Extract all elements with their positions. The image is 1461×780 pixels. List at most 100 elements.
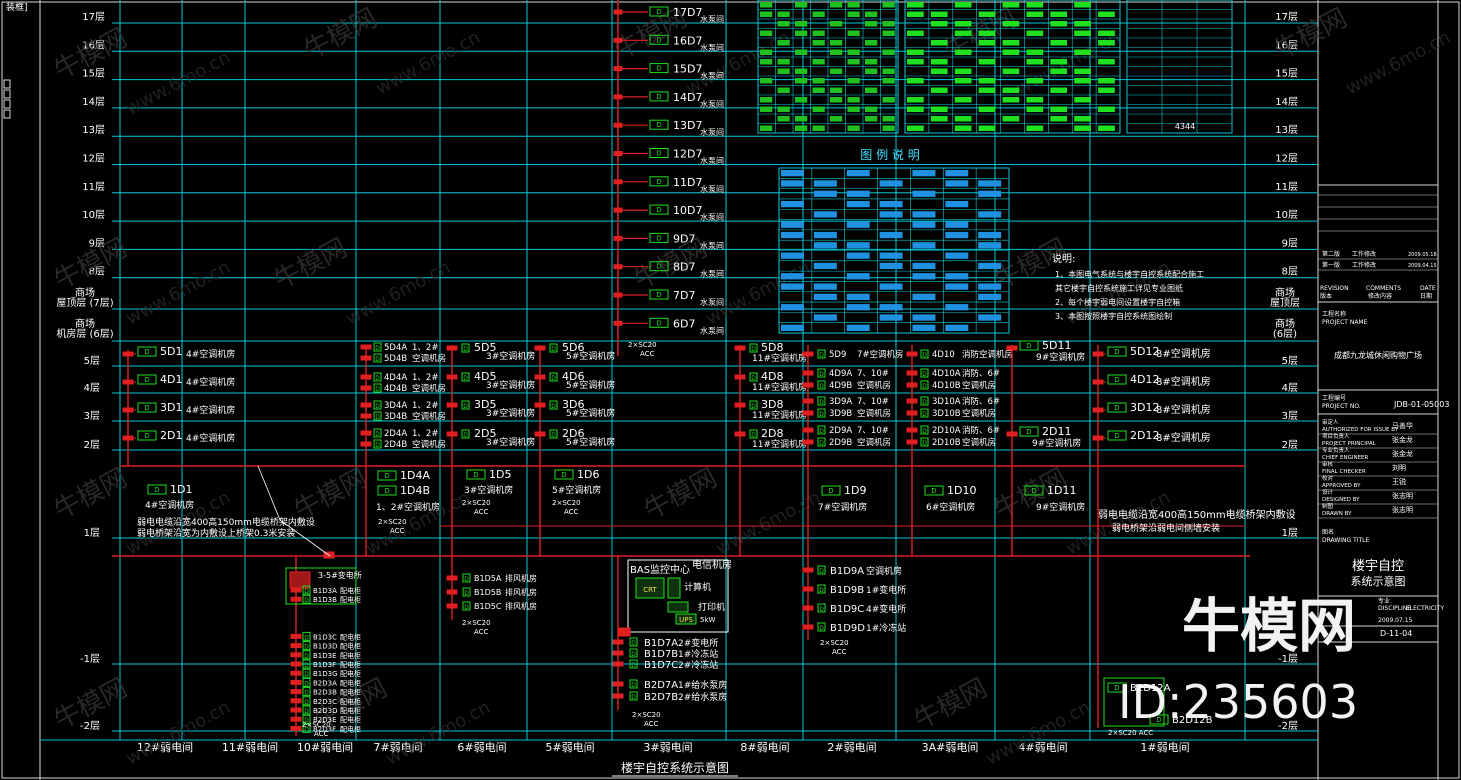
mall-roof-label-r2: 屋顶层: [1270, 297, 1300, 309]
ddc-box-letter: D: [551, 346, 556, 353]
ddc-controller-letter: D: [656, 319, 661, 327]
ddc-box-letter: D: [819, 440, 824, 447]
bas-center-title2: 电信机房: [692, 558, 732, 571]
ddc-room: 消防空调机房: [962, 349, 1013, 360]
ddc-room: 7、10#: [857, 369, 889, 379]
legend-table-cell: [879, 211, 903, 218]
tb-rev: 2009.04.15: [1408, 263, 1437, 269]
io-table-middle-cell: [1026, 49, 1044, 55]
io-table-left-cell: [760, 49, 773, 55]
ddc-id: 2D9B: [829, 438, 852, 448]
ddc-room: 配电柜: [340, 697, 361, 706]
io-table-middle-cell: [930, 68, 948, 74]
io-table-left-cell: [777, 59, 790, 65]
ddc-id: 4D10: [932, 350, 955, 360]
watermark-url: www.6mo.cn: [372, 27, 483, 100]
ddc-box-letter: D: [304, 671, 309, 678]
bas-computer-label: 计算机: [684, 581, 711, 593]
cable-tap: [534, 402, 546, 408]
cable-tap: [290, 698, 302, 704]
tb-drawing-title-1: 楼宇自控: [1352, 559, 1404, 574]
ddc-controller-letter: D: [931, 487, 936, 495]
ddc-box-letter: D: [922, 428, 927, 435]
ddc-id: B1D9B: [830, 585, 864, 596]
watermark-url: www.6mo.cn: [122, 697, 233, 770]
io-table-left-cell: [847, 49, 860, 55]
io-table-middle-cell: [1026, 125, 1044, 131]
ddc-room: 7、10#: [857, 426, 889, 436]
legend-table-cell: [978, 314, 1002, 321]
ddc-room: 配电柜: [340, 651, 361, 660]
io-table-middle-cell: [1050, 11, 1068, 17]
legend-table-cell: [846, 324, 870, 331]
io-table-middle-cell: [954, 116, 972, 122]
tb-project-no-label: 工程编号: [1322, 394, 1346, 402]
ddc-box-letter: D: [631, 682, 636, 689]
io-table-middle-cell: [1050, 87, 1068, 93]
io-table-left-cell: [830, 2, 843, 8]
ddc-room: 6#空调机房: [926, 501, 975, 513]
tb-drawing-title-2: 系统示意图: [1351, 574, 1406, 588]
tower-ddc-room: 水泵间: [700, 297, 724, 307]
cable-tap: [802, 370, 814, 376]
ddc-box-letter: D: [819, 383, 824, 390]
io-table-middle-cell: [1002, 40, 1020, 46]
ddc-id: 3D8: [761, 398, 783, 411]
ddc-box-letter: D: [375, 414, 380, 421]
ddc-controller-letter: D: [561, 471, 566, 479]
tower-ddc-id: 13D7: [673, 119, 702, 132]
cable-tap: [613, 94, 623, 100]
ddc-id: B1D5C: [474, 602, 502, 611]
cable-spec: ACC: [390, 527, 405, 535]
ddc-room: 11#空调机房: [752, 409, 807, 421]
io-table-left-cell: [847, 125, 860, 131]
mall-machine-label-r2: (6层): [1273, 328, 1297, 340]
ddc-room: 空调机房: [412, 383, 446, 394]
ddc-id: 4D9B: [829, 381, 852, 391]
cable-tap: [360, 441, 372, 447]
io-table-right-cell: [1164, 12, 1189, 18]
ddc-box-letter: D: [375, 431, 380, 438]
ddc-room: 1、2#: [412, 401, 438, 411]
io-table-left-cell: [777, 11, 790, 17]
io-table-middle-cell: [930, 87, 948, 93]
io-table-left-cell: [847, 78, 860, 84]
bas-system-diagram: 装框]17层 17层16层 16层15层 15层14层 14层13层 13层12层 12层1…: [1, 0, 1460, 780]
ddc-box-letter: D: [922, 352, 927, 359]
io-table-left-cell: [760, 106, 773, 112]
tower-ddc-id: 17D7: [673, 6, 702, 19]
leader-line: [257, 465, 281, 521]
tb-discipline-label: 专业: [1378, 597, 1390, 605]
ddc-room: 配电柜: [340, 632, 361, 641]
ddc-room: 排风机房: [505, 587, 537, 597]
tb-signer-role: 设计: [1322, 488, 1334, 496]
io-table-left-cell: [812, 11, 825, 17]
watermark-text: 牛模网: [639, 463, 722, 526]
ddc-room: 空调机房: [866, 565, 902, 577]
io-table-middle-cell: [978, 40, 996, 46]
io-table-left-cell: [777, 116, 790, 122]
side-stamp-box: [3, 99, 11, 109]
ddc-room: 11#空调机房: [752, 438, 807, 450]
ddc-room: 排风机房: [505, 601, 537, 611]
io-table-left-cell: [795, 97, 808, 103]
tb-revision-label: REVISION: [1320, 285, 1349, 292]
ddc-room: 配电柜: [340, 660, 361, 669]
io-table-left-cell: [812, 30, 825, 36]
legend-table-cell: [813, 242, 837, 249]
legend-table-cell: [945, 200, 969, 208]
side-stamp-box: [3, 79, 11, 89]
io-table-middle-cell: [954, 30, 972, 36]
ddc-room: 4#空调机房: [186, 404, 235, 416]
tower-ddc-id: 10D7: [673, 204, 702, 217]
tb-signer-name: 张金龙: [1392, 449, 1413, 458]
tb-signer-name: 张金龙: [1392, 435, 1413, 444]
io-table-left-cell: [865, 106, 878, 112]
bas-printer-label: 打印机: [698, 601, 725, 613]
tb-signer-role-en: AUTHORIZED FOR ISSUE BY: [1322, 427, 1399, 433]
ddc-room: 7#空调机房: [857, 349, 904, 360]
tower-ddc-room: 水泵间: [700, 99, 724, 109]
floor-label-right: 5层: [1282, 355, 1298, 367]
ddc-room: 排风机房: [505, 573, 537, 583]
ddc-room: 8#空调机房: [1156, 375, 1211, 388]
